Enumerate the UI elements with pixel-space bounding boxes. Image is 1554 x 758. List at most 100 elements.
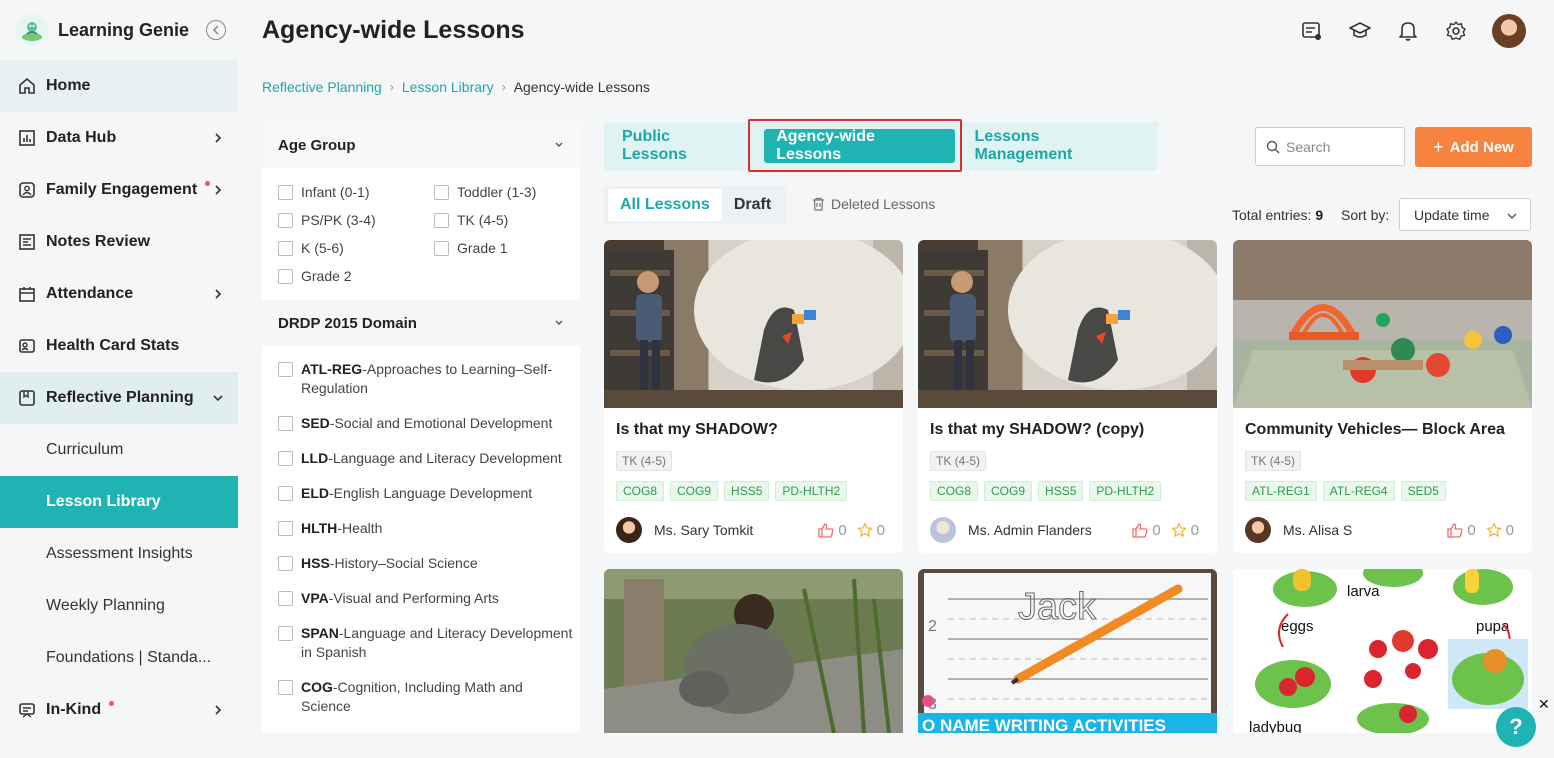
age-option[interactable]: K (5-6) (278, 240, 434, 256)
checkbox[interactable] (278, 556, 293, 571)
sidebar-subitem-foundations[interactable]: Foundations | Standa... (0, 632, 238, 684)
checkbox[interactable] (278, 626, 293, 641)
checkbox[interactable] (434, 212, 449, 228)
lesson-card-image[interactable]: larva eggs pupa ladybug (1233, 569, 1532, 733)
checkbox[interactable] (434, 240, 449, 256)
close-help-icon[interactable]: ✕ (1538, 696, 1550, 713)
age-tags: TK (4-5) (918, 439, 1217, 471)
domain-tags: ATL-REG1 ATL-REG4 SED5 (1233, 481, 1532, 501)
age-option[interactable]: Infant (0-1) (278, 184, 434, 200)
sidebar-item-label: Home (46, 77, 91, 94)
subtab-draft[interactable]: Draft (722, 189, 783, 221)
lesson-title[interactable]: Is that my SHADOW? (copy) (918, 408, 1217, 439)
sort-select[interactable]: Update time (1399, 198, 1531, 231)
bell-icon[interactable] (1396, 19, 1420, 43)
highlight-box (748, 119, 962, 172)
sidebar-subitem-curriculum[interactable]: Curriculum (0, 424, 238, 476)
thumbs-up-icon[interactable] (1447, 522, 1463, 538)
sidebar-item-home[interactable]: Home (0, 60, 238, 112)
sidebar-item-in-kind[interactable]: In-Kind (0, 684, 238, 736)
domain-option[interactable]: COG-Cognition, Including Math and Scienc… (278, 678, 576, 716)
user-avatar[interactable] (1492, 14, 1526, 48)
sidebar-subitem-lesson-library[interactable]: Lesson Library (0, 476, 238, 528)
age-option[interactable]: Grade 2 (278, 268, 434, 284)
family-icon (18, 181, 36, 199)
age-option[interactable]: TK (4-5) (434, 212, 574, 228)
sidebar-item-label: In-Kind (46, 701, 102, 718)
age-option[interactable]: Toddler (1-3) (434, 184, 574, 200)
feedback-icon[interactable] (1300, 19, 1324, 43)
star-icon[interactable] (857, 522, 873, 538)
checkbox[interactable] (278, 212, 293, 228)
tab-public-lessons[interactable]: Public Lessons (610, 128, 750, 163)
gear-icon[interactable] (1444, 19, 1468, 43)
help-button[interactable]: ? (1496, 707, 1536, 747)
lesson-card[interactable]: Is that my SHADOW? TK (4-5) COG8 COG9 HS… (604, 240, 903, 553)
checkbox[interactable] (278, 591, 293, 606)
sidebar-item-health-card-stats[interactable]: Health Card Stats (0, 320, 238, 372)
checkbox[interactable] (278, 240, 293, 256)
checkbox[interactable] (278, 184, 293, 200)
collapse-sidebar-button[interactable] (206, 20, 226, 40)
sidebar-item-attendance[interactable]: Attendance (0, 268, 238, 320)
lesson-card-image[interactable]: O NAME WRITING ACTIVITIES 2 3 Jack (918, 569, 1217, 733)
domain-option[interactable]: ELD-English Language Development (278, 484, 576, 503)
notes-icon (18, 233, 36, 251)
add-new-button[interactable]: + Add New (1415, 127, 1532, 167)
subtab-all-lessons[interactable]: All Lessons (608, 189, 722, 221)
age-option[interactable]: Grade 1 (434, 240, 574, 256)
lesson-title[interactable]: Is that my SHADOW? (604, 408, 903, 439)
sort-value: Update time (1414, 206, 1490, 223)
sidebar-item-family-engagement[interactable]: Family Engagement (0, 164, 238, 216)
sidebar-item-reflective-planning[interactable]: Reflective Planning (0, 372, 238, 424)
domain-option[interactable]: LLD-Language and Literacy Development (278, 449, 576, 468)
checkbox[interactable] (278, 521, 293, 536)
thumbs-up-icon[interactable] (818, 522, 834, 538)
age-option-label: TK (4-5) (457, 212, 509, 228)
age-option-label: PS/PK (3-4) (301, 212, 376, 228)
domain-header[interactable]: DRDP 2015 Domain (262, 300, 580, 346)
checkbox[interactable] (278, 680, 293, 695)
sidebar-subitem-assessment-insights[interactable]: Assessment Insights (0, 528, 238, 580)
page-title: Agency-wide Lessons (262, 16, 525, 44)
author-avatar (616, 517, 642, 543)
domain-option[interactable]: HSS-History–Social Science (278, 554, 576, 573)
thumbs-up-icon[interactable] (1132, 522, 1148, 538)
sidebar-item-notes-review[interactable]: Notes Review (0, 216, 238, 268)
age-tag: TK (4-5) (1245, 451, 1302, 471)
lesson-title[interactable]: Community Vehicles— Block Area (1233, 408, 1532, 439)
checkbox[interactable] (278, 486, 293, 501)
checkbox[interactable] (278, 268, 293, 284)
sidebar-item-data-hub[interactable]: Data Hub (0, 112, 238, 164)
checkbox[interactable] (278, 362, 293, 377)
lesson-card-image[interactable] (604, 569, 903, 733)
domain-option[interactable]: SPAN-Language and Literacy Development i… (278, 624, 576, 662)
checkbox[interactable] (278, 451, 293, 466)
age-option-label: Toddler (1-3) (457, 184, 537, 200)
domain-option[interactable]: ATL-REG-Approaches to Learning–Self-Regu… (278, 360, 576, 398)
star-icon[interactable] (1486, 522, 1502, 538)
traced-name: Jack (1018, 586, 1097, 628)
breadcrumb-reflective-planning[interactable]: Reflective Planning (262, 79, 382, 95)
search-input[interactable] (1286, 138, 1396, 155)
author-name: Ms. Sary Tomkit (654, 522, 754, 538)
deleted-lessons-link[interactable]: Deleted Lessons (812, 196, 935, 212)
age-option[interactable]: PS/PK (3-4) (278, 212, 434, 228)
card-footer: Ms. Admin Flanders 0 0 (918, 517, 1217, 543)
sidebar-item-label: Attendance (46, 285, 134, 302)
search-box[interactable] (1255, 127, 1405, 166)
age-group-header[interactable]: Age Group (262, 122, 580, 168)
graduation-cap-icon[interactable] (1348, 19, 1372, 43)
checkbox[interactable] (434, 184, 449, 200)
checkbox[interactable] (278, 416, 293, 431)
star-icon[interactable] (1171, 522, 1187, 538)
domain-option[interactable]: SED-Social and Emotional Development (278, 414, 576, 433)
tab-lessons-management[interactable]: Lessons Management (963, 128, 1152, 163)
lesson-card[interactable]: Community Vehicles— Block Area TK (4-5) … (1233, 240, 1532, 553)
breadcrumb-lesson-library[interactable]: Lesson Library (402, 79, 494, 95)
lesson-subtabs: All Lessons Draft (604, 186, 788, 224)
domain-option[interactable]: HLTH-Health (278, 519, 576, 538)
domain-option[interactable]: VPA-Visual and Performing Arts (278, 589, 576, 608)
lesson-card[interactable]: Is that my SHADOW? (copy) TK (4-5) COG8 … (918, 240, 1217, 553)
sidebar-subitem-weekly-planning[interactable]: Weekly Planning (0, 580, 238, 632)
